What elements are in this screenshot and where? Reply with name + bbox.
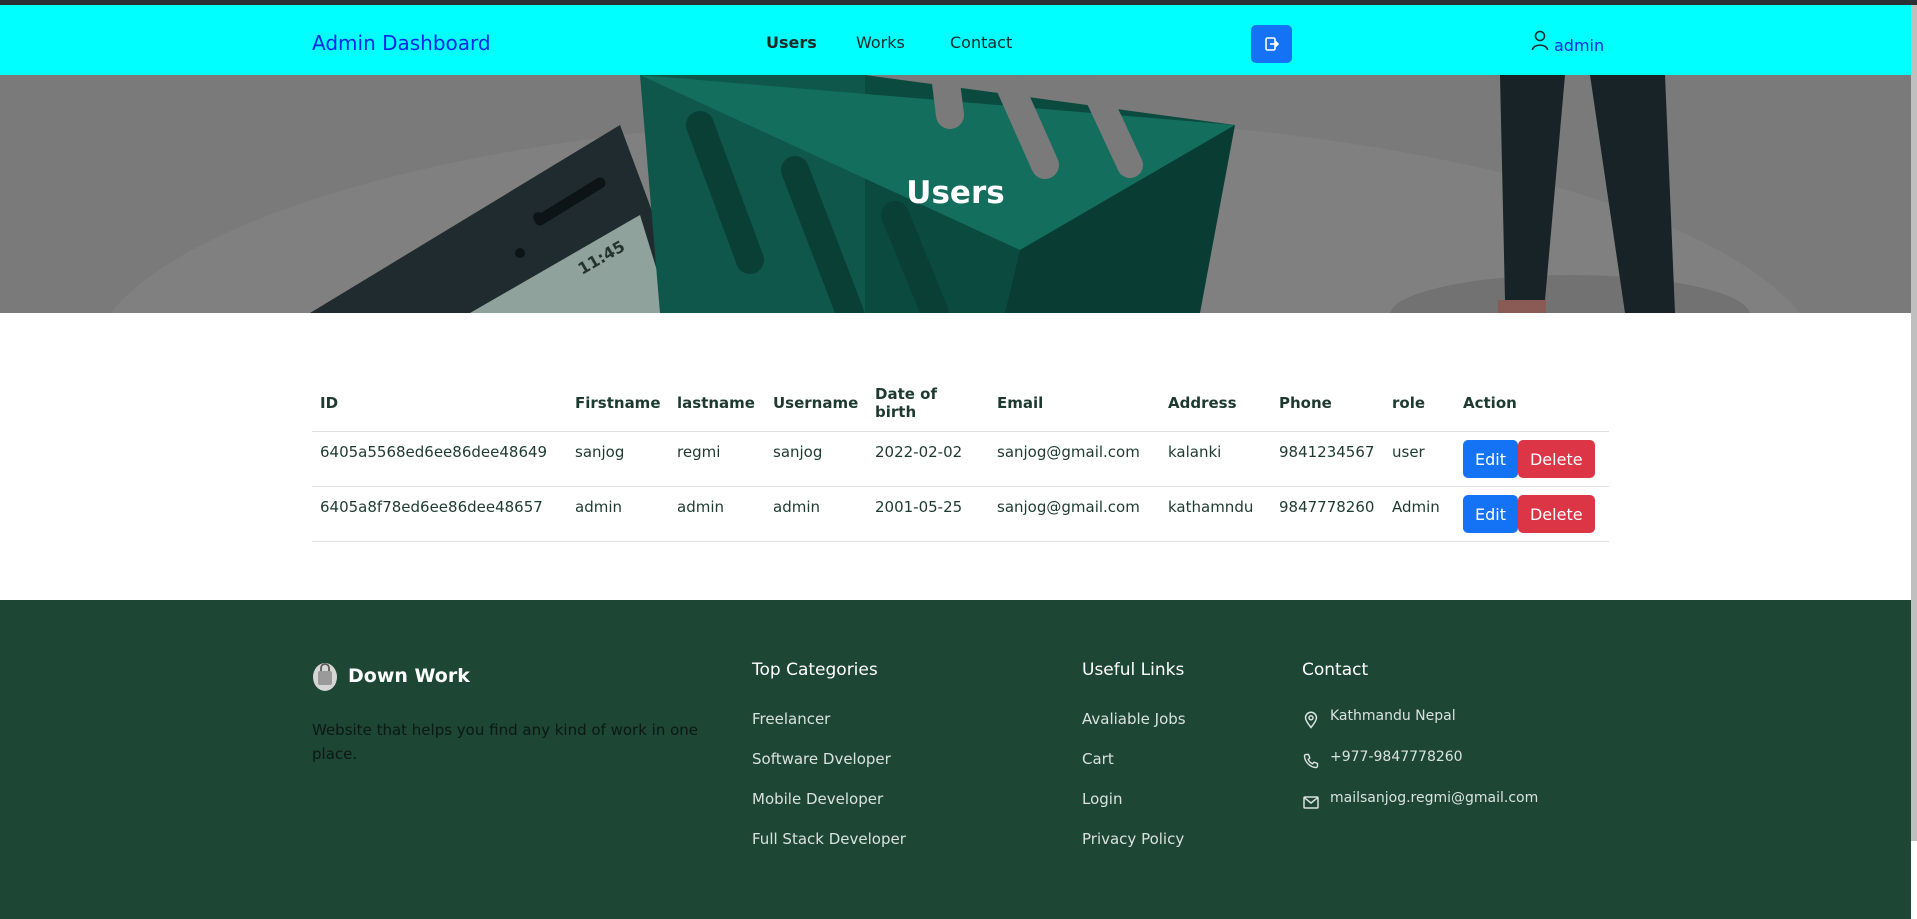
cell-dob: 2001-05-25	[875, 498, 963, 516]
footer-useful-links: Useful Links Avaliable Jobs Cart Login P…	[1082, 660, 1186, 868]
cell-lastname: regmi	[677, 443, 721, 461]
footer-link-available-jobs[interactable]: Avaliable Jobs	[1082, 708, 1186, 730]
footer: Down Work Website that helps you find an…	[0, 600, 1911, 919]
edit-button[interactable]: Edit	[1463, 495, 1518, 533]
footer-link-cart[interactable]: Cart	[1082, 748, 1186, 770]
footer-link-login[interactable]: Login	[1082, 788, 1186, 810]
footer-link-full-stack-developer[interactable]: Full Stack Developer	[752, 828, 906, 850]
col-dob: Date of birth	[867, 375, 989, 432]
nav-works[interactable]: Works	[856, 33, 905, 52]
navbar: Admin Dashboard Users Works Contact admi…	[0, 5, 1911, 75]
col-role: role	[1384, 375, 1455, 432]
cell-role: Admin	[1392, 498, 1440, 516]
footer-link-privacy-policy[interactable]: Privacy Policy	[1082, 828, 1186, 850]
nav-contact[interactable]: Contact	[950, 33, 1012, 52]
user-icon	[1531, 30, 1549, 51]
shopping-bag-icon	[313, 663, 337, 691]
cell-phone: 9847778260	[1279, 498, 1375, 516]
contact-email-text: mailsanjog.regmi@gmail.com	[1330, 790, 1539, 806]
cell-role: user	[1392, 443, 1425, 461]
cell-username: sanjog	[773, 443, 823, 461]
users-table: ID Firstname lastname Username Date of b…	[312, 375, 1609, 542]
footer-categories: Top Categories Freelancer Software Dvelo…	[752, 660, 906, 868]
username-label: admin	[1554, 36, 1605, 55]
cell-id: 6405a5568ed6ee86dee48649	[320, 443, 548, 461]
footer-contact: Contact Kathmandu Nepal +977-9847778260 …	[1302, 660, 1538, 831]
cell-firstname: sanjog	[575, 443, 625, 461]
delete-button[interactable]: Delete	[1517, 495, 1595, 533]
contact-email: mailsanjog.regmi@gmail.com	[1302, 790, 1538, 811]
contact-phone: +977-9847778260	[1302, 749, 1538, 770]
table-row: 6405a5568ed6ee86dee48649 sanjog regmi sa…	[312, 431, 1609, 487]
contact-location: Kathmandu Nepal	[1302, 708, 1538, 729]
table-row: 6405a8f78ed6ee86dee48657 admin admin adm…	[312, 486, 1609, 542]
nav-users[interactable]: Users	[766, 33, 817, 52]
cell-address: kalanki	[1168, 443, 1222, 461]
mail-icon	[1303, 796, 1319, 809]
logout-icon	[1264, 37, 1279, 51]
footer-brand[interactable]: Down Work	[312, 660, 470, 692]
cell-firstname: admin	[575, 498, 622, 516]
col-phone: Phone	[1271, 375, 1384, 432]
page-title: Users	[906, 175, 1005, 211]
col-lastname: lastname	[669, 375, 765, 432]
page-scrollbar[interactable]	[1911, 5, 1917, 841]
col-firstname: Firstname	[567, 375, 669, 432]
location-pin-icon	[1304, 711, 1318, 729]
footer-categories-title: Top Categories	[752, 660, 878, 680]
footer-contact-title: Contact	[1302, 660, 1369, 680]
col-action: Action	[1455, 375, 1609, 432]
cell-dob: 2022-02-02	[875, 443, 963, 461]
contact-location-text: Kathmandu Nepal	[1330, 708, 1456, 724]
cell-id: 6405a8f78ed6ee86dee48657	[320, 498, 543, 516]
phone-icon	[1303, 753, 1319, 769]
table-header-row: ID Firstname lastname Username Date of b…	[312, 375, 1609, 432]
col-email: Email	[989, 375, 1160, 432]
edit-button[interactable]: Edit	[1463, 440, 1518, 478]
footer-link-freelancer[interactable]: Freelancer	[752, 708, 906, 730]
user-menu[interactable]: admin	[1531, 30, 1604, 55]
hero-banner: 11:45 Users	[0, 75, 1911, 313]
cell-phone: 9841234567	[1279, 443, 1375, 461]
footer-useful-title: Useful Links	[1082, 660, 1185, 680]
footer-link-mobile-developer[interactable]: Mobile Developer	[752, 788, 906, 810]
footer-link-software-developer[interactable]: Software Dveloper	[752, 748, 906, 770]
col-username: Username	[765, 375, 867, 432]
col-id: ID	[312, 375, 567, 432]
cell-email: sanjog@gmail.com	[997, 498, 1140, 516]
cell-username: admin	[773, 498, 820, 516]
cell-lastname: admin	[677, 498, 724, 516]
footer-brand-name: Down Work	[348, 665, 470, 687]
footer-description: Website that helps you find any kind of …	[312, 721, 699, 763]
logout-button[interactable]	[1251, 25, 1292, 63]
col-address: Address	[1160, 375, 1271, 432]
delete-button[interactable]: Delete	[1517, 440, 1595, 478]
cell-email: sanjog@gmail.com	[997, 443, 1140, 461]
cell-address: kathamndu	[1168, 498, 1254, 516]
contact-phone-text: +977-9847778260	[1330, 749, 1463, 765]
brand-link[interactable]: Admin Dashboard	[312, 31, 491, 55]
